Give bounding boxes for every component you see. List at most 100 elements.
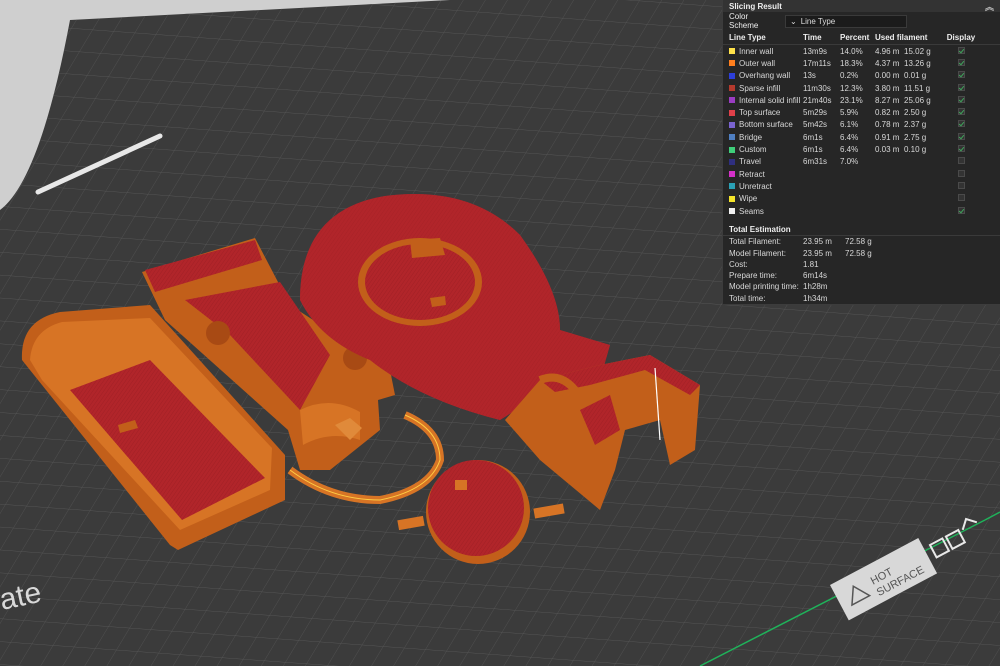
line-type-percent: 0.2%	[840, 71, 859, 81]
line-type-name: Overhang wall	[739, 71, 791, 81]
line-type-name-cell: Wipe	[729, 194, 803, 203]
line-type-length: 4.37 m	[875, 58, 900, 68]
line-type-name: Bridge	[739, 132, 763, 142]
display-checkbox[interactable]	[957, 108, 965, 116]
line-type-time: 6m1s	[803, 132, 823, 142]
line-type-percent: 12.3%	[840, 83, 863, 93]
estimation-label: Total time:	[729, 293, 766, 303]
color-scheme-value: Line Type	[800, 16, 836, 26]
color-swatch-icon	[729, 85, 735, 92]
line-type-weight: 13.26 g	[904, 58, 931, 68]
color-swatch-icon	[729, 60, 735, 67]
display-checkbox[interactable]	[957, 58, 965, 66]
line-type-name-cell: Bridge	[729, 133, 803, 142]
estimation-value: 23.95 m	[803, 248, 832, 258]
line-type-name-cell: Top surface	[729, 108, 803, 117]
col-time: Time	[803, 32, 822, 42]
line-type-row: Bottom surface 5m42s 6.1% 0.78 m 2.37 g	[723, 119, 1000, 131]
line-type-percent: 6.4%	[840, 145, 859, 155]
line-type-name: Sparse infill	[739, 83, 781, 93]
line-type-weight: 25.06 g	[904, 95, 931, 105]
estimation-label: Model Filament:	[729, 248, 786, 258]
line-type-length: 0.78 m	[875, 120, 900, 130]
line-type-length: 3.80 m	[875, 83, 900, 93]
estimation-value: 6m14s	[803, 271, 828, 281]
display-checkbox[interactable]	[957, 71, 965, 79]
line-type-name: Unretract	[739, 181, 772, 191]
table-header: Line Type Time Percent Used filament Dis…	[723, 30, 1000, 45]
line-type-time: 6m1s	[803, 145, 823, 155]
display-checkbox[interactable]	[957, 157, 965, 165]
color-scheme-row: Color Scheme ⌄ Line Type	[723, 12, 1000, 30]
line-type-weight: 2.50 g	[904, 108, 927, 118]
collapse-icon[interactable]: ︽	[985, 0, 994, 13]
color-swatch-icon	[729, 48, 735, 55]
estimation-value: 23.95 m	[803, 237, 832, 247]
line-type-percent: 18.3%	[840, 58, 863, 68]
col-display: Display	[946, 32, 976, 42]
line-type-length: 0.00 m	[875, 71, 900, 81]
line-type-row: Travel 6m31s 7.0%	[723, 156, 1000, 168]
line-type-length: 0.91 m	[875, 132, 900, 142]
line-type-row: Sparse infill 11m30s 12.3% 3.80 m 11.51 …	[723, 82, 1000, 94]
color-swatch-icon	[729, 158, 735, 165]
line-type-name-cell: Outer wall	[729, 59, 803, 68]
estimation-value: 1.81	[803, 259, 819, 269]
line-type-length: 8.27 m	[875, 95, 900, 105]
line-type-row: Top surface 5m29s 5.9% 0.82 m 2.50 g	[723, 106, 1000, 118]
line-type-name-cell: Travel	[729, 157, 803, 166]
color-swatch-icon	[729, 195, 735, 202]
estimation-label: Total Filament:	[729, 237, 782, 247]
display-checkbox[interactable]	[957, 145, 965, 153]
display-checkbox[interactable]	[957, 46, 965, 54]
color-swatch-icon	[729, 171, 735, 178]
display-checkbox[interactable]	[957, 95, 965, 103]
line-type-weight: 0.01 g	[904, 71, 927, 81]
line-type-row: Bridge 6m1s 6.4% 0.91 m 2.75 g	[723, 131, 1000, 143]
display-checkbox[interactable]	[957, 83, 965, 91]
color-swatch-icon	[729, 109, 735, 116]
estimation-row: Model Filament: 23.95 m 72.58 g	[723, 247, 1000, 258]
line-type-percent: 5.9%	[840, 108, 859, 118]
display-checkbox[interactable]	[957, 194, 965, 202]
line-type-name: Outer wall	[739, 58, 776, 68]
line-type-time: 17m11s	[803, 58, 831, 68]
display-checkbox[interactable]	[957, 181, 965, 189]
line-type-list: Inner wall 13m9s 14.0% 4.96 m 15.02 g Ou…	[723, 45, 1000, 217]
line-type-time: 5m29s	[803, 108, 828, 118]
color-scheme-dropdown[interactable]: ⌄ Line Type	[785, 14, 907, 28]
display-checkbox[interactable]	[957, 120, 965, 128]
line-type-name-cell: Retract	[729, 170, 803, 179]
estimation-row: Cost: 1.81	[723, 259, 1000, 270]
line-type-row: Custom 6m1s 6.4% 0.03 m 0.10 g	[723, 143, 1000, 155]
line-type-name: Inner wall	[739, 46, 774, 56]
panel-title: Slicing Result	[729, 1, 782, 11]
color-scheme-label: Color Scheme	[729, 12, 759, 30]
color-swatch-icon	[729, 208, 735, 214]
estimation-row: Total time: 1h34m	[723, 293, 1000, 304]
line-type-percent: 6.4%	[840, 132, 859, 142]
line-type-weight: 2.75 g	[904, 132, 927, 142]
line-type-weight: 11.51 g	[904, 83, 931, 93]
display-checkbox[interactable]	[957, 206, 965, 214]
line-type-name: Custom	[739, 145, 767, 155]
line-type-row: Overhang wall 13s 0.2% 0.00 m 0.01 g	[723, 70, 1000, 82]
line-type-name-cell: Bottom surface	[729, 120, 803, 129]
estimation-label: Cost:	[729, 259, 748, 269]
estimation-list: Total Filament: 23.95 m 72.58 g Model Fi…	[723, 236, 1000, 304]
line-type-row: Wipe	[723, 193, 1000, 205]
line-type-time: 11m30s	[803, 83, 831, 93]
slicing-result-panel: Slicing Result ︽ Color Scheme ⌄ Line Typ…	[722, 0, 1000, 305]
line-type-percent: 23.1%	[840, 95, 863, 105]
line-type-time: 13m9s	[803, 46, 828, 56]
display-checkbox[interactable]	[957, 169, 965, 177]
col-used-filament: Used filament	[875, 32, 928, 42]
line-type-row: Retract	[723, 168, 1000, 180]
line-type-name: Bottom surface	[739, 120, 793, 130]
line-type-percent: 6.1%	[840, 120, 859, 130]
line-type-time: 13s	[803, 71, 816, 81]
color-swatch-icon	[729, 146, 735, 153]
line-type-length: 0.03 m	[875, 145, 900, 155]
display-checkbox[interactable]	[957, 132, 965, 140]
estimation-label: Prepare time:	[729, 271, 778, 281]
